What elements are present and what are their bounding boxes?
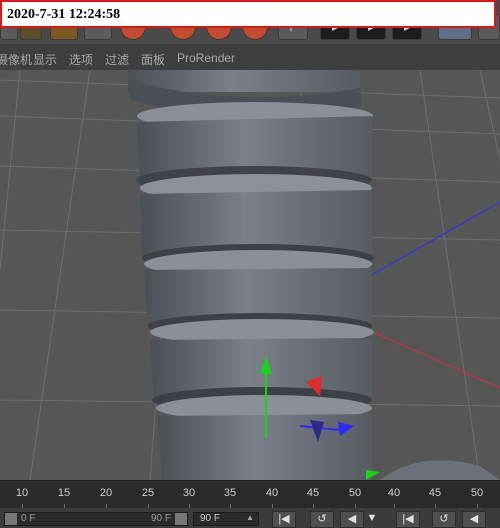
perspective-viewport[interactable] [0,70,500,480]
loop-icon[interactable]: ↺ [432,511,456,528]
loop-icon[interactable]: ↺ [310,511,334,528]
menu-camera[interactable]: 摄像机 [0,51,32,68]
menu-prorender[interactable]: ProRender [177,51,235,65]
ruler-tick: 10 [15,487,29,499]
ruler-tick: 45 [428,487,442,499]
timestamp-overlay: 2020-7-31 12:24:58 [0,0,496,28]
spring-object[interactable] [128,70,374,480]
range-start-value: 0 F [21,513,36,524]
ruler-tick: 50 [470,487,484,499]
timeline-marker-icon[interactable]: ▼ [365,511,379,528]
current-frame-value: 90 F [200,513,221,524]
stepper-arrows-icon[interactable]: ▲ [246,513,254,522]
ruler-tick: 15 [57,487,71,499]
menu-filter[interactable]: 过滤 [105,51,129,68]
ruler-tick: 30 [182,487,196,499]
range-end-handle[interactable] [175,513,187,525]
timeline-ruler[interactable]: 10 15 20 25 30 35 40 45 50 40 45 50 [0,480,500,509]
ruler-tick: 40 [265,487,279,499]
ruler-tick: 20 [99,487,113,499]
menu-panel[interactable]: 面板 [141,51,165,68]
frame-range-slider[interactable]: 0 F 90 F [4,512,188,526]
play-back-icon[interactable]: ◀ [462,511,486,528]
ruler-tick: 40 [387,487,401,499]
floor-object[interactable] [380,460,500,480]
ruler-tick: 35 [223,487,237,499]
go-to-start-icon[interactable]: |◀ [396,511,420,528]
play-back-icon[interactable]: ◀ [340,511,364,528]
ruler-tick: 50 [348,487,362,499]
cinema4d-window: ↱ ▸ ▸ ▸ 2020-7-31 12:24:58 摄像机 显示 选项 过滤 … [0,0,500,528]
timestamp-text: 2020-7-31 12:24:58 [7,7,121,22]
ruler-tick: 45 [306,487,320,499]
viewport-menu: 摄像机 显示 选项 过滤 面板 ProRender [0,44,500,70]
menu-display[interactable]: 显示 [33,51,57,68]
menu-options[interactable]: 选项 [69,51,93,68]
go-to-start-icon[interactable]: |◀ [272,511,296,528]
viewport-scene [0,70,500,480]
current-frame-field[interactable]: 90 F ▲ [193,512,259,526]
range-start-handle[interactable] [5,513,17,525]
range-end-value: 90 F [150,513,171,524]
animation-controls: 0 F 90 F 90 F ▲ |◀ ↺ ◀ ▼ |◀ ↺ ◀ [0,508,500,528]
ruler-tick: 25 [141,487,155,499]
gizmo-world-axis[interactable] [366,470,380,480]
